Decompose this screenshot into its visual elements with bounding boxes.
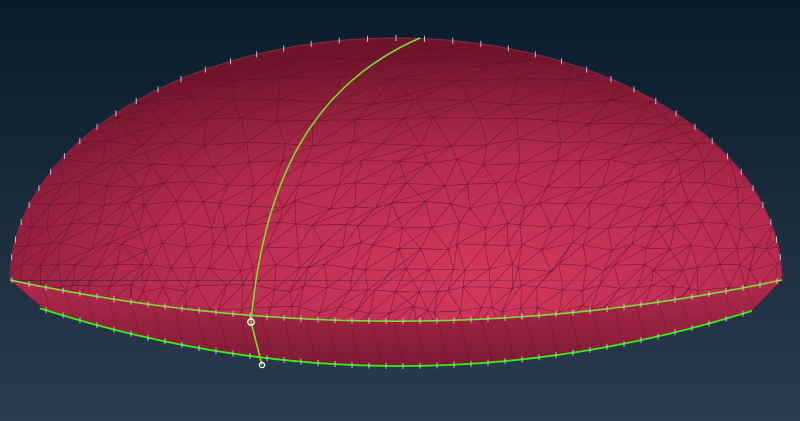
model-scene[interactable]: [0, 0, 800, 421]
graphics-viewport[interactable]: [0, 0, 800, 421]
